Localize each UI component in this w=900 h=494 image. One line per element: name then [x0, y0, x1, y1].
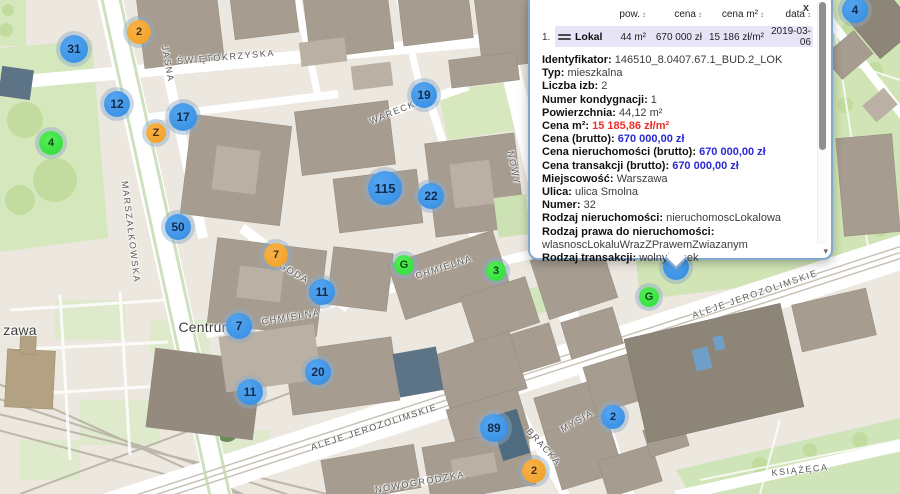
close-icon[interactable]: x — [803, 3, 809, 13]
scrollbar-thumb[interactable] — [819, 2, 826, 150]
map-marker-blue[interactable]: 17 — [169, 103, 197, 131]
sort-cena[interactable]: cena↕ — [646, 9, 702, 20]
popup-scrollbar[interactable] — [817, 2, 827, 244]
property-details: Identyfikator: 146510_8.0407.67.1_BUD.2_… — [542, 54, 807, 265]
results-table: pow.↕ cena↕ cena m²↕ data↕ 1. Lokal 44 m… — [542, 6, 807, 47]
map-marker-blue[interactable]: 20 — [305, 359, 331, 385]
detail-line: Ulica: ulica Smolna — [542, 186, 807, 199]
map-marker-blue[interactable]: 19 — [411, 82, 437, 108]
property-results-popup: x pow.↕ cena↕ cena m²↕ data↕ 1. Lokal 44… — [528, 0, 833, 260]
detail-line: Cena m²: 15 185,86 zł/m² — [542, 120, 807, 133]
detail-line: Cena nieruchomości (brutto): 670 000,00 … — [542, 146, 807, 159]
detail-line: Typ: mieszkalna — [542, 67, 807, 80]
map-marker-green[interactable]: 3 — [486, 261, 506, 281]
results-table-header: pow.↕ cena↕ cena m²↕ data↕ — [542, 6, 807, 23]
map-marker-blue[interactable]: 115 — [368, 171, 402, 205]
map-marker-green[interactable]: 4 — [39, 131, 63, 155]
sort-pow[interactable]: pow.↕ — [608, 9, 646, 20]
detail-line: Rodzaj nieruchomości: nieruchomoscLokalo… — [542, 212, 807, 225]
lokal-icon — [558, 32, 571, 42]
detail-line: Miejscowość: Warszawa — [542, 173, 807, 186]
row-cena: 670 000 zł — [646, 32, 702, 43]
map-marker-blue[interactable]: 22 — [418, 183, 444, 209]
map-stage: ŚWIĘTOKRZYSKAJASNAWARECKANOWYMARSZAŁKOWS… — [0, 0, 900, 494]
map-marker-orange[interactable]: 7 — [264, 243, 288, 267]
map-marker-green[interactable]: G — [639, 287, 659, 307]
detail-line: Numer kondygnacji: 1 — [542, 94, 807, 107]
detail-line: Cena transakcji (brutto): 670 000,00 zł — [542, 160, 807, 173]
map-marker-blue[interactable]: 50 — [165, 214, 191, 240]
map-marker-orange[interactable]: 2 — [522, 459, 546, 483]
detail-line: Liczba izb: 2 — [542, 80, 807, 93]
row-index: 1. — [542, 32, 554, 43]
row-cena-m2: 15 186 zł/m² — [702, 32, 764, 43]
map-marker-orange[interactable]: Z — [146, 123, 166, 143]
sort-cena-m2[interactable]: cena m²↕ — [702, 9, 764, 20]
map-marker-blue[interactable]: 4 — [842, 0, 868, 23]
map-marker-orange[interactable]: 2 — [127, 20, 151, 44]
scroll-down-icon[interactable]: ▾ — [823, 246, 828, 257]
detail-line: Identyfikator: 146510_8.0407.67.1_BUD.2_… — [542, 54, 807, 67]
row-data: 2019-03-06 — [764, 26, 811, 48]
map-marker-blue[interactable]: 11 — [237, 379, 263, 405]
map-marker-blue[interactable]: 31 — [60, 35, 88, 63]
row-name: Lokal — [575, 31, 602, 43]
map-marker-blue[interactable]: 7 — [226, 313, 252, 339]
map-marker-blue[interactable]: 2 — [601, 405, 625, 429]
detail-line: Numer: 32 — [542, 199, 807, 212]
detail-line: Powierzchnia: 44,12 m² — [542, 107, 807, 120]
row-pow: 44 m² — [608, 32, 646, 43]
map-marker-blue[interactable]: 12 — [104, 91, 130, 117]
map-marker-green[interactable]: G — [394, 255, 414, 275]
map-marker-blue[interactable]: 11 — [309, 279, 335, 305]
result-row[interactable]: 1. Lokal 44 m² 670 000 zł 15 186 zł/m² 2… — [542, 26, 807, 47]
map-marker-blue[interactable]: 89 — [480, 414, 508, 442]
detail-line: Cena (brutto): 670 000,00 zł — [542, 133, 807, 146]
